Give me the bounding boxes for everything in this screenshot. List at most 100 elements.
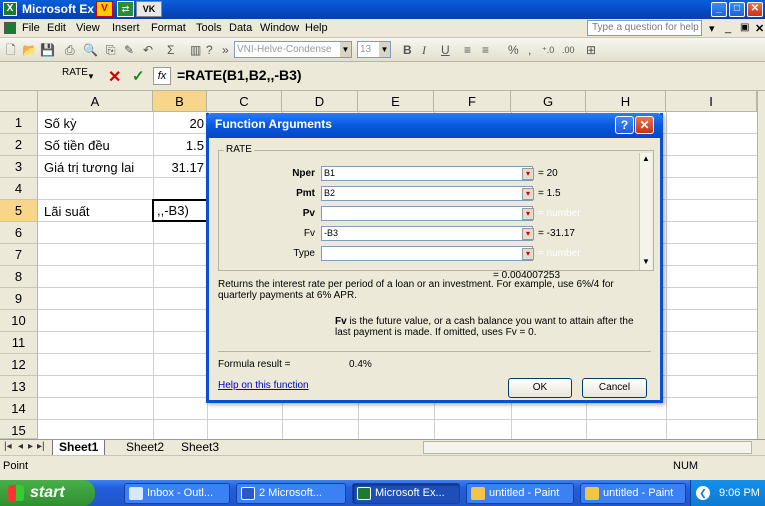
menu-help[interactable]: Help [305, 22, 328, 34]
help-dropdown-icon[interactable]: ▾ [709, 22, 715, 35]
scroll-up-icon[interactable]: ▲ [642, 154, 650, 163]
scroll-down-icon[interactable]: ▼ [642, 257, 650, 266]
next-sheet-icon[interactable]: ▸ [28, 441, 33, 452]
italic-button[interactable]: I [422, 43, 426, 57]
sheet-tab-sheet2[interactable]: Sheet2 [122, 440, 168, 455]
prev-sheet-icon[interactable]: ◂ [18, 441, 23, 452]
row-header-11[interactable]: 11 [0, 332, 38, 354]
task-excel[interactable]: Microsoft Ex... [352, 483, 460, 504]
task-paint-2[interactable]: untitled - Paint [580, 483, 686, 504]
cell-a3[interactable]: Giá trị tương lai [44, 160, 134, 175]
fv-input[interactable]: -B3 [321, 226, 533, 241]
decrease-decimal-icon[interactable]: .00 [562, 43, 575, 57]
insert-function-button[interactable]: fx [153, 67, 171, 85]
column-header-d[interactable]: D [282, 91, 358, 112]
column-header-g[interactable]: G [511, 91, 586, 112]
increase-decimal-icon[interactable]: ⁺.0 [542, 43, 554, 57]
column-header-f[interactable]: F [434, 91, 511, 112]
doc-restore-button[interactable]: ▣ [740, 22, 749, 33]
close-button[interactable]: ✕ [747, 2, 763, 17]
row-header-2[interactable]: 2 [0, 134, 38, 156]
cell-a5[interactable]: Lãi suất [44, 204, 90, 219]
formula-input[interactable]: =RATE(B1,B2,,-B3) [177, 67, 302, 83]
help-search-input[interactable]: Type a question for help [587, 20, 702, 36]
undo-icon[interactable]: ↶ [143, 43, 153, 57]
maximize-button[interactable]: □ [729, 2, 745, 17]
cancel-entry-icon[interactable]: ✕ [108, 67, 121, 87]
excel-app-icon[interactable]: X [3, 2, 17, 16]
unikey-icon[interactable]: ⇄ [117, 1, 134, 17]
menu-file[interactable]: File [22, 22, 40, 34]
menu-window[interactable]: Window [260, 22, 299, 34]
pv-input[interactable] [321, 206, 533, 221]
copy-icon[interactable]: ⎘ [106, 43, 116, 57]
collapse-dialog-icon[interactable]: ▾ [522, 228, 534, 240]
workbook-icon[interactable] [4, 22, 16, 34]
borders-icon[interactable]: ⊞ [586, 43, 596, 57]
task-paint-1[interactable]: untitled - Paint [466, 483, 574, 504]
cell-b1[interactable]: 20 [153, 116, 204, 131]
menu-view[interactable]: View [76, 22, 100, 34]
print-preview-icon[interactable]: 🔍 [83, 43, 98, 57]
column-header-a[interactable]: A [38, 91, 153, 112]
row-header-3[interactable]: 3 [0, 156, 38, 178]
row-header-8[interactable]: 8 [0, 266, 38, 288]
comma-button[interactable]: , [528, 43, 531, 57]
new-icon[interactable]: 🗋 [6, 43, 16, 57]
dialog-help-button[interactable]: ? [615, 116, 634, 134]
task-word-group[interactable]: 2 Microsoft... [236, 483, 346, 504]
align-center-icon[interactable]: ≡ [464, 43, 471, 57]
clock[interactable]: 9:06 PM [719, 480, 760, 506]
dialog-close-button[interactable]: ✕ [635, 116, 654, 134]
doc-close-button[interactable]: ✕ [755, 22, 764, 35]
dialog-title-bar[interactable]: Function Arguments ? ✕ [206, 113, 663, 138]
column-header-i[interactable]: I [666, 91, 757, 112]
percent-button[interactable]: % [508, 43, 519, 57]
help-icon[interactable]: ? [206, 43, 213, 57]
enter-entry-icon[interactable]: ✓ [132, 67, 145, 85]
cell-b5-active[interactable]: ,,-B3) [152, 199, 208, 222]
column-header-h[interactable]: H [586, 91, 666, 112]
column-header-e[interactable]: E [358, 91, 434, 112]
row-header-14[interactable]: 14 [0, 398, 38, 420]
underline-button[interactable]: U [441, 43, 450, 57]
menu-edit[interactable]: Edit [47, 22, 66, 34]
toolbar-options-icon[interactable]: » [222, 43, 229, 57]
row-header-13[interactable]: 13 [0, 376, 38, 398]
sheet-tab-sheet3[interactable]: Sheet3 [177, 440, 223, 455]
arguments-scrollbar[interactable]: ▲ ▼ [639, 153, 652, 270]
cell-b2[interactable]: 1.5 [153, 138, 204, 153]
doc-minimize-button[interactable]: _ [725, 22, 731, 34]
align-right-icon[interactable]: ≡ [482, 43, 489, 57]
menu-tools[interactable]: Tools [196, 22, 222, 34]
pmt-input[interactable]: B2 [321, 186, 533, 201]
first-sheet-icon[interactable]: |◂ [4, 441, 12, 452]
row-header-10[interactable]: 10 [0, 310, 38, 332]
chart-wizard-icon[interactable]: ▥ [190, 43, 201, 57]
row-header-4[interactable]: 4 [0, 178, 38, 200]
tray-expand-icon[interactable]: ❮ [696, 486, 710, 500]
save-icon[interactable]: 💾 [40, 43, 55, 57]
vk-badge[interactable]: VK [136, 1, 162, 17]
print-icon[interactable]: ⎙ [65, 43, 75, 57]
ok-button[interactable]: OK [508, 378, 572, 398]
collapse-dialog-icon[interactable]: ▾ [522, 208, 534, 220]
row-header-7[interactable]: 7 [0, 244, 38, 266]
nper-input[interactable]: B1 [321, 166, 533, 181]
collapse-dialog-icon[interactable]: ▾ [522, 188, 534, 200]
bold-button[interactable]: B [403, 43, 412, 57]
type-input[interactable] [321, 246, 533, 261]
chevron-down-icon[interactable]: ▼ [340, 42, 351, 57]
name-box-dropdown-icon[interactable]: ▼ [87, 72, 95, 81]
autosum-icon[interactable]: Σ [167, 43, 174, 57]
chevron-down-icon[interactable]: ▼ [379, 42, 390, 57]
font-size-select[interactable]: 13 ▼ [357, 41, 391, 58]
font-name-select[interactable]: VNI-Helve-Condense ▼ [234, 41, 352, 58]
minimize-button[interactable]: _ [711, 2, 727, 17]
vertical-scrollbar[interactable] [757, 91, 765, 439]
row-header-6[interactable]: 6 [0, 222, 38, 244]
row-header-5[interactable]: 5 [0, 200, 38, 222]
column-header-c[interactable]: C [207, 91, 282, 112]
cell-b3[interactable]: 31.17 [153, 160, 204, 175]
menu-insert[interactable]: Insert [112, 22, 140, 34]
